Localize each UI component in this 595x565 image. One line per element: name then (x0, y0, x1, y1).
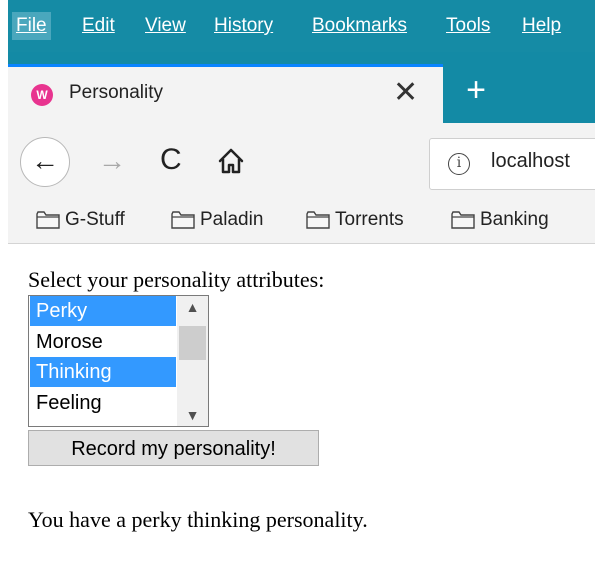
folder-icon (36, 211, 60, 229)
browser-window: File Edit View History Bookmarks Tools H… (8, 0, 595, 565)
bookmark-banking[interactable]: Banking (451, 209, 549, 233)
menu-edit[interactable]: Edit (82, 12, 115, 40)
home-button[interactable] (217, 147, 245, 175)
listbox-scrollbar[interactable]: ▲ ▼ (177, 296, 208, 426)
bookmark-label: Paladin (200, 209, 264, 230)
close-icon[interactable]: ✕ (393, 75, 418, 111)
menu-bookmarks[interactable]: Bookmarks (312, 12, 407, 40)
personality-listbox[interactable]: Perky Morose Thinking Feeling ▲ ▼ (28, 295, 209, 427)
bookmark-paladin[interactable]: Paladin (171, 209, 263, 233)
menu-file[interactable]: File (12, 12, 51, 40)
menu-history[interactable]: History (214, 12, 273, 40)
folder-icon (171, 211, 195, 229)
scrollbar-thumb[interactable] (179, 326, 206, 360)
bookmark-g-stuff[interactable]: G-Stuff (36, 209, 125, 233)
tab-title: Personality (69, 82, 163, 103)
home-icon (218, 148, 244, 174)
menu-help[interactable]: Help (522, 12, 561, 40)
url-bar[interactable]: i localhost (429, 138, 595, 190)
option-thinking[interactable]: Thinking (30, 357, 176, 387)
chevron-down-icon[interactable]: ▼ (177, 404, 208, 426)
personality-result: You have a perky thinking personality. (28, 507, 368, 532)
bookmark-label: G-Stuff (65, 209, 125, 230)
back-button[interactable]: ← (20, 137, 70, 187)
tab-strip: W Personality ✕ + (8, 52, 595, 123)
folder-icon (306, 211, 330, 229)
navigation-toolbar: ← → C i localhost (8, 123, 595, 198)
option-feeling[interactable]: Feeling (30, 388, 176, 418)
new-tab-button[interactable]: + (456, 70, 496, 110)
chevron-up-icon[interactable]: ▲ (177, 296, 208, 318)
option-perky[interactable]: Perky (30, 296, 176, 326)
folder-icon (451, 211, 475, 229)
url-text[interactable]: localhost (491, 150, 570, 173)
tab-personality[interactable]: W Personality ✕ (8, 64, 443, 123)
menu-bar: File Edit View History Bookmarks Tools H… (8, 0, 595, 52)
record-personality-button[interactable]: Record my personality! (28, 430, 319, 466)
bookmarks-bar: G-Stuff Paladin Torrents Banking (8, 198, 595, 244)
reload-button[interactable]: C (160, 143, 182, 177)
page-content: Select your personality attributes: Perk… (8, 245, 595, 565)
bookmark-torrents[interactable]: Torrents (306, 209, 404, 233)
info-icon[interactable]: i (448, 153, 470, 175)
option-morose[interactable]: Morose (30, 327, 176, 357)
menu-tools[interactable]: Tools (446, 12, 490, 40)
site-favicon-icon: W (31, 84, 53, 106)
forward-button[interactable]: → (98, 145, 126, 177)
bookmark-label: Torrents (335, 209, 404, 230)
bookmark-label: Banking (480, 209, 549, 230)
personality-prompt: Select your personality attributes: (28, 267, 325, 292)
menu-view[interactable]: View (145, 12, 186, 40)
